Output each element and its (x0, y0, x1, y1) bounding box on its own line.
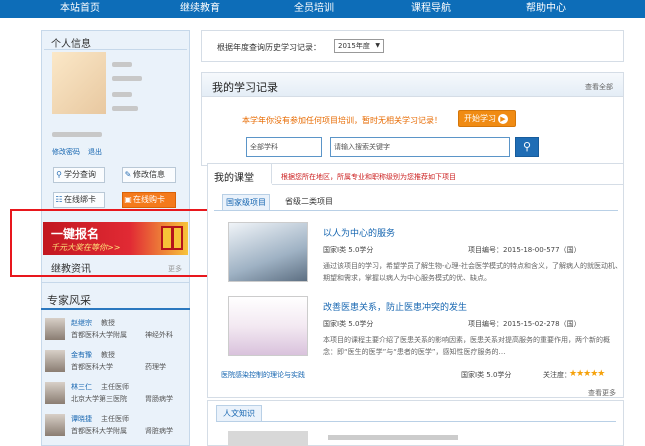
expert-photo (45, 414, 65, 436)
logout-link[interactable]: 退出 (88, 147, 102, 157)
divider (41, 308, 190, 310)
nav-continuing-education[interactable]: 继续教育 (180, 0, 220, 18)
tab-my-course[interactable]: 我的课堂 (208, 164, 272, 184)
expert-item[interactable]: 赵继宗 教授 首都医科大学附属 神经外科 (45, 318, 185, 344)
blurred-info (112, 92, 132, 97)
top-navigation: 本站首页 继续教育 全员培训 课程导航 帮助中心 (0, 0, 645, 18)
course-credit: 国家I类 5.0学分 (461, 371, 512, 379)
divider (44, 49, 187, 50)
blurred-title (328, 435, 458, 440)
chevron-down-icon: ▼ (375, 42, 380, 49)
expert-item[interactable]: 林三仁 主任医师 北京大学第三医院 胃肠病学 (45, 382, 185, 408)
course-title[interactable]: 以人为中心的服务 (323, 226, 395, 239)
blurred-info (112, 62, 132, 67)
expert-title: 教授 (101, 319, 115, 327)
personal-info-title: 个人信息 (51, 39, 91, 50)
edit-info-button[interactable]: ✎ 修改信息 (122, 167, 176, 183)
tab-provincial-projects[interactable]: 省级二类项目 (282, 194, 336, 210)
avatar (52, 52, 106, 114)
expert-name[interactable]: 赵继宗 (71, 318, 92, 328)
subject-select[interactable]: 全部学科 (246, 137, 322, 157)
nav-staff-training[interactable]: 全员培训 (294, 0, 334, 18)
divider (41, 282, 190, 283)
search-icon: ⚲ (522, 140, 532, 153)
expert-photo (45, 318, 65, 340)
expert-title: 主任医师 (101, 415, 129, 423)
rating-stars: ★★★★★ (569, 369, 605, 379)
course-thumbnail[interactable] (228, 296, 308, 356)
course-item[interactable]: 以人为中心的服务 国家I类 5.0学分 项目编号：2015-18-00-577（… (228, 222, 628, 292)
records-header: 我的学习记录 查看全部 (202, 73, 623, 97)
records-empty-message: 本学年你没有参加任何项目培训，暂时无相关学习记录！ (242, 116, 442, 125)
course-row: 医院感染控制的理论与实践 国家I类 5.0学分 关注度： ★★★★★ (221, 369, 621, 382)
course-description: 本项目的课程主要介绍了医患关系的影响因素，医患关系对提高服务的重要作用，两个新的… (323, 336, 610, 356)
expert-org: 首都医科大学附属 (71, 331, 127, 339)
cart-icon: ▣ (124, 195, 132, 204)
blurred-info (52, 132, 102, 137)
expert-photo (45, 382, 65, 404)
course-thumbnail[interactable] (228, 222, 308, 282)
records-view-all-link[interactable]: 查看全部 (585, 82, 613, 92)
expert-item[interactable]: 谭晓捷 主任医师 首都医科大学附属 肾脏病学 (45, 414, 185, 440)
search-icon: ⚲ (56, 170, 62, 179)
course-title[interactable]: 改善医患关系，防止医患冲突的发生 (323, 300, 467, 313)
card-icon: ☷ (55, 195, 63, 204)
course-credit: 国家I类 5.0学分 (323, 320, 374, 328)
view-more-link[interactable]: 查看更多 (588, 388, 616, 398)
humanities-panel: 人文知识 (207, 400, 624, 446)
expert-name[interactable]: 金有豫 (71, 350, 92, 360)
attention-label: 关注度： (543, 371, 571, 379)
start-learning-button[interactable]: 开始学习 ▶ (458, 110, 516, 127)
tab-humanities[interactable]: 人文知识 (216, 405, 262, 421)
year-select[interactable]: 2015年度 ▼ (334, 39, 384, 53)
expert-org: 北京大学第三医院 (71, 395, 127, 403)
expert-item[interactable]: 金有豫 教授 首都医科大学 药理学 (45, 350, 185, 376)
search-input[interactable]: 请输入搜索关键字 (330, 137, 510, 157)
expert-name[interactable]: 谭晓捷 (71, 414, 92, 424)
year-query-bar: 根据年度查询历史学习记录： 2015年度 ▼ (201, 30, 624, 62)
expert-dept: 胃肠病学 (145, 395, 173, 403)
credit-query-button[interactable]: ⚲ 学分查询 (53, 167, 105, 183)
course-item[interactable]: 改善医患关系，防止医患冲突的发生 国家I类 5.0学分 项目编号：2015-15… (228, 296, 628, 366)
expert-org: 首都医科大学 (71, 363, 113, 371)
bind-card-button[interactable]: ☷在线绑卡 (53, 192, 105, 208)
expert-org: 首都医科大学附属 (71, 427, 127, 435)
course-description: 通过该项目的学习，希望学员了解生物-心理-社会医学模式的特点和含义，了解病人的就… (323, 262, 623, 282)
divider (272, 184, 624, 185)
arrow-right-icon: ▶ (498, 114, 508, 124)
expert-name[interactable]: 林三仁 (71, 382, 92, 392)
year-query-label: 根据年度查询历史学习记录： (217, 43, 321, 52)
nav-home[interactable]: 本站首页 (60, 0, 100, 18)
expert-title: 主任医师 (101, 383, 129, 391)
buy-card-button[interactable]: ▣在线购卡 (122, 192, 176, 208)
expert-dept: 药理学 (145, 363, 166, 371)
expert-dept: 肾脏病学 (145, 427, 173, 435)
nav-help-center[interactable]: 帮助中心 (526, 0, 566, 18)
course-title-link[interactable]: 医院感染控制的理论与实践 (221, 370, 305, 380)
course-code: 项目编号：2015-18-00-577（国） (468, 246, 581, 254)
expert-dept: 神经外科 (145, 331, 173, 339)
records-title: 我的学习记录 (212, 81, 278, 94)
experts-title: 专家风采 (47, 294, 91, 307)
expert-title: 教授 (101, 351, 115, 359)
edit-icon: ✎ (124, 170, 132, 179)
nav-course-guide[interactable]: 课程导航 (411, 0, 451, 18)
recommendation-note: 根据您所在地区，所属专业和职称级别为您推荐如下项目 (281, 173, 456, 181)
divider (216, 421, 616, 422)
highlight-box (10, 209, 214, 277)
tab-national-projects[interactable]: 国家级项目 (222, 194, 270, 210)
change-password-link[interactable]: 修改密码 (52, 147, 80, 157)
divider (214, 210, 618, 211)
course-code: 项目编号：2015-15-02-278（国） (468, 320, 581, 328)
expert-photo (45, 350, 65, 372)
course-thumbnail[interactable] (228, 431, 308, 446)
course-credit: 国家I类 5.0学分 (323, 246, 374, 254)
search-button[interactable]: ⚲ (515, 137, 539, 157)
blurred-info (112, 106, 138, 111)
blurred-info (112, 76, 142, 81)
